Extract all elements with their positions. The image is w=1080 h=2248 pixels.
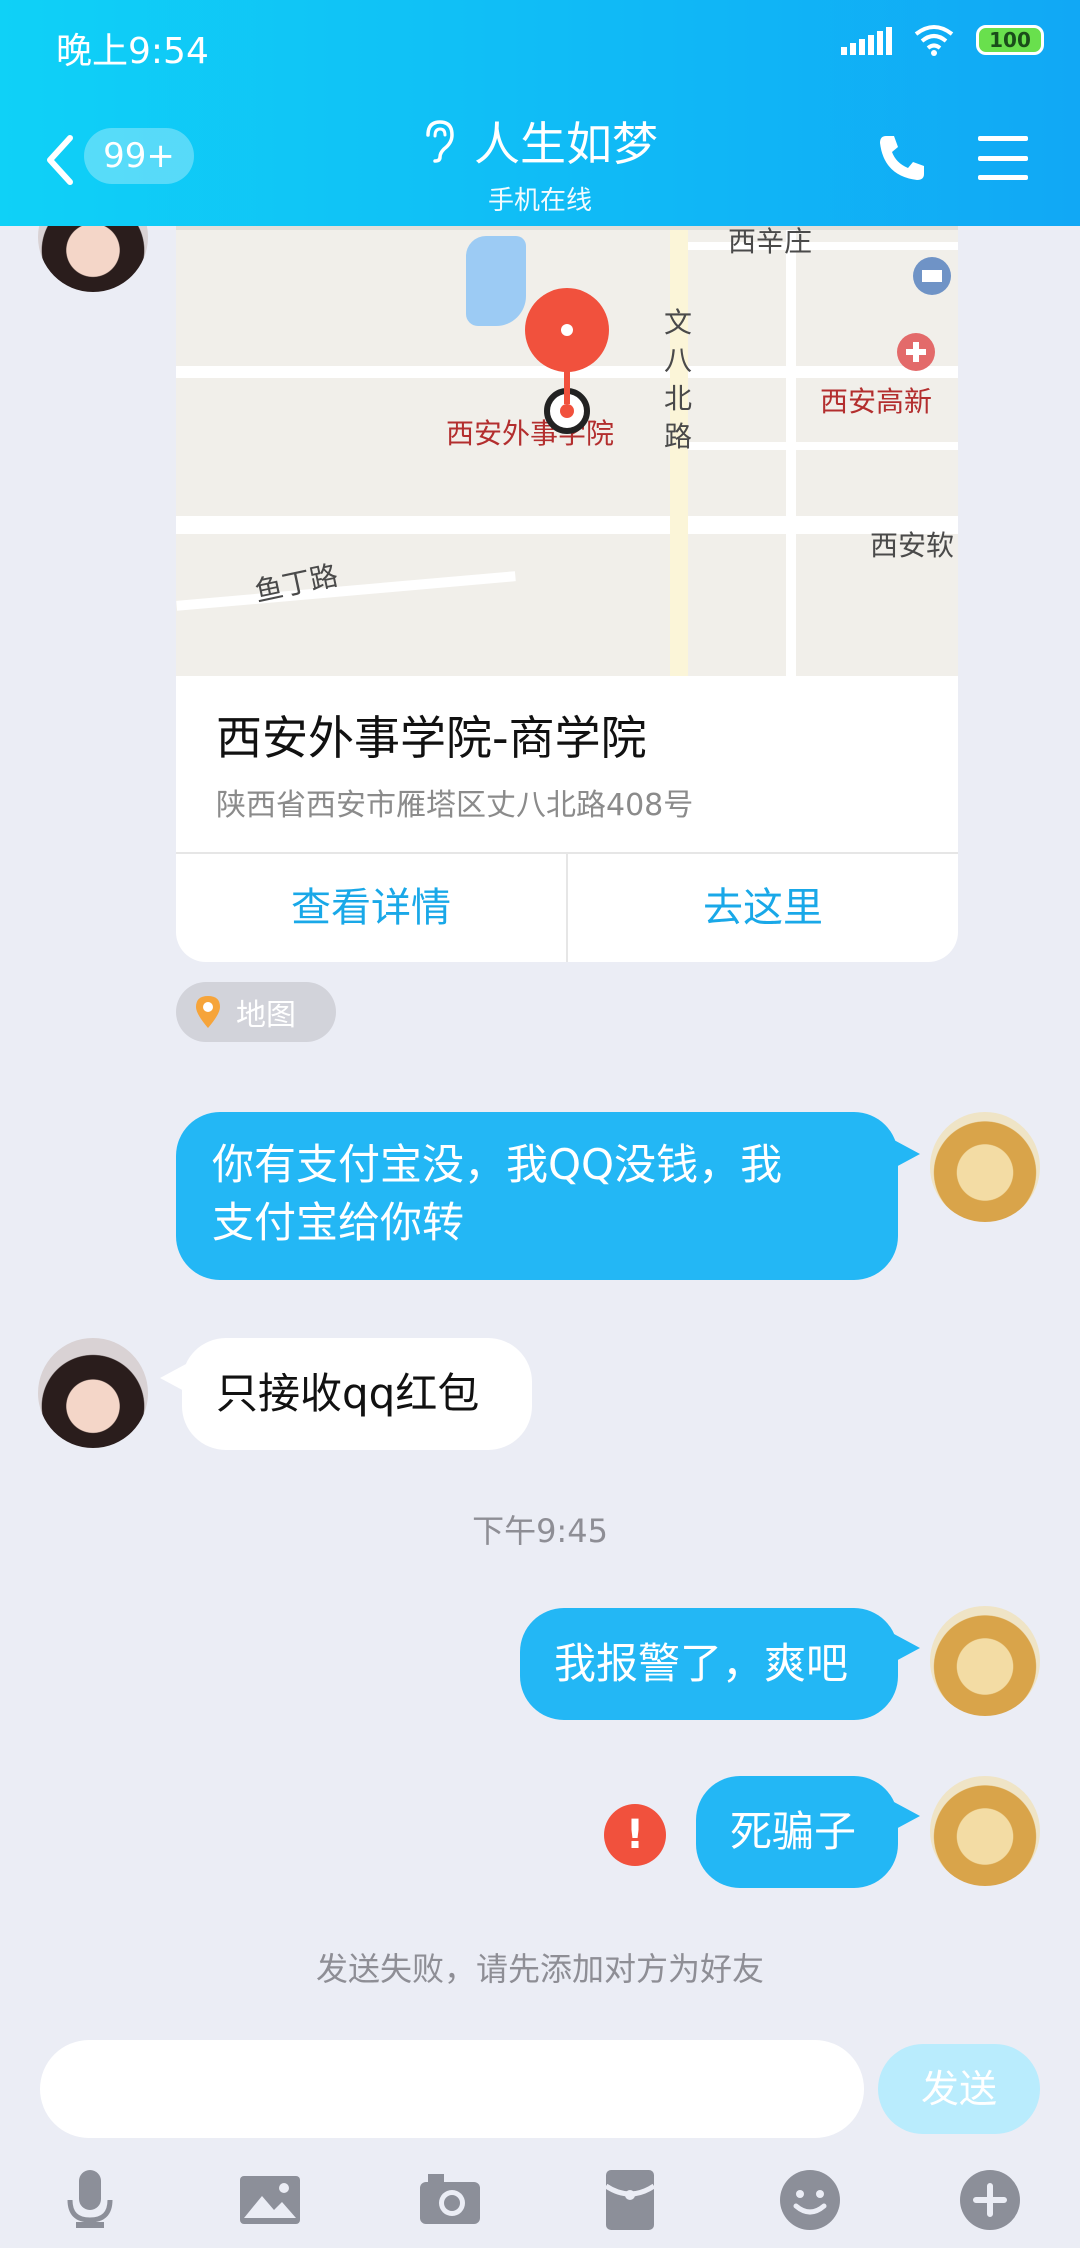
camera-icon[interactable] [414, 2164, 486, 2236]
map-pin-icon [525, 288, 609, 434]
message-input[interactable] [40, 2040, 864, 2138]
chat-toolbar [0, 2156, 1080, 2248]
bubble-tail [894, 1802, 920, 1830]
map-source-tag: 地图 [176, 982, 336, 1042]
emoji-icon[interactable] [774, 2164, 846, 2236]
location-name: 西安外事学院-商学院 [216, 711, 647, 765]
chat-header: 晚上9:54 100 99+ 人生如梦 手机在线 [0, 0, 1080, 226]
message-bubble-outgoing[interactable]: 我报警了，爽吧 [520, 1608, 898, 1720]
signal-icon [841, 25, 892, 55]
bubble-tail [894, 1140, 920, 1168]
message-text: 支付宝给你转 [212, 1198, 465, 1247]
map-label: 西安高新 [820, 385, 933, 418]
send-button[interactable]: 发送 [878, 2044, 1040, 2134]
phone-icon[interactable] [876, 132, 928, 184]
battery-indicator: 100 [976, 25, 1044, 55]
navigate-here-button[interactable]: 去这里 [566, 854, 958, 962]
time-separator: 下午9:45 [472, 1512, 608, 1550]
send-failed-notice: 发送失败，请先添加对方为好友 [315, 1950, 764, 1988]
hospital-icon [897, 333, 935, 371]
location-pin-icon [196, 996, 220, 1028]
red-packet-icon[interactable] [594, 2164, 666, 2236]
message-bubble-incoming[interactable]: 只接收qq红包 [182, 1338, 532, 1450]
send-failed-icon[interactable]: ! [604, 1804, 666, 1866]
my-avatar[interactable] [930, 1606, 1040, 1716]
bubble-tail [894, 1634, 920, 1662]
online-status: 手机在线 [487, 186, 592, 216]
map-label: 文八北路 [664, 306, 693, 453]
message-bubble-outgoing[interactable]: 死骗子 [696, 1776, 898, 1888]
contact-avatar[interactable] [38, 1338, 148, 1448]
location-address: 陕西省西安市雁塔区丈八北路408号 [216, 788, 694, 823]
location-card[interactable]: 西辛庄 文八北路 西安外事学院 西安高新 西安软 鱼丁路 西安外事学院-商学院 … [176, 226, 958, 962]
message-bubble-outgoing[interactable]: 你有支付宝没，我QQ没钱，我 支付宝给你转 [176, 1112, 898, 1280]
location-actions: 查看详情 去这里 [176, 852, 958, 962]
wifi-icon [914, 25, 954, 56]
menu-icon[interactable] [978, 136, 1028, 180]
image-icon[interactable] [234, 2164, 306, 2236]
map-label: 鱼丁路 [251, 558, 341, 609]
my-avatar[interactable] [930, 1776, 1040, 1886]
ear-icon [426, 120, 454, 163]
map-preview[interactable]: 西辛庄 文八北路 西安外事学院 西安高新 西安软 鱼丁路 [176, 226, 958, 676]
view-details-button[interactable]: 查看详情 [176, 854, 566, 962]
status-icons: 100 [841, 24, 1044, 56]
status-time: 晚上9:54 [56, 31, 209, 72]
map-tag-label: 地图 [236, 998, 296, 1033]
map-label: 西辛庄 [728, 226, 813, 258]
chat-title: 人生如梦 [474, 117, 658, 171]
message-text: 你有支付宝没，我QQ没钱，我 [212, 1140, 783, 1189]
plus-icon[interactable] [954, 2164, 1026, 2236]
map-label: 西安软 [870, 529, 955, 562]
hotel-icon [913, 257, 951, 295]
microphone-icon[interactable] [54, 2164, 126, 2236]
my-avatar[interactable] [930, 1112, 1040, 1222]
